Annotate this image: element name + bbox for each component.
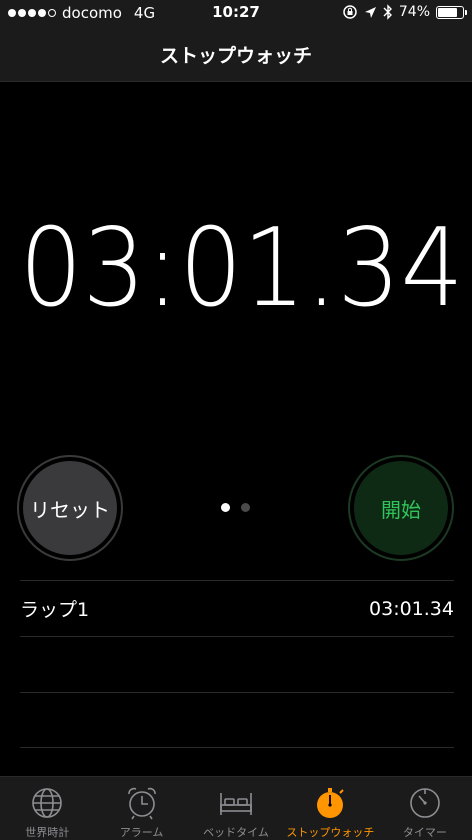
rotation-lock-icon	[343, 5, 357, 19]
tab-label: ベッドタイム	[203, 826, 269, 839]
navigation-bar: ストップウォッチ	[0, 26, 472, 82]
stopwatch-display: 03:01.34	[0, 206, 472, 331]
tab-alarm[interactable]: アラーム	[94, 777, 188, 840]
tab-label: タイマー	[402, 826, 447, 839]
globe-icon	[32, 788, 63, 818]
stopwatch-icon	[317, 788, 345, 818]
tab-label: ストップウォッチ	[286, 826, 375, 839]
tab-stopwatch[interactable]: ストップウォッチ	[283, 777, 377, 840]
start-button-label: 開始	[381, 497, 421, 522]
tab-bar: 世界時計 アラーム ベッドタイム ストップウォッチ タイマー	[0, 776, 472, 840]
reset-button-ring: リセット	[17, 455, 123, 561]
tab-timer[interactable]: タイマー	[378, 777, 472, 840]
page-dot-2[interactable]	[241, 503, 250, 512]
start-button[interactable]: 開始	[354, 461, 448, 555]
location-arrow-icon	[364, 6, 376, 18]
page-dot-1[interactable]	[221, 503, 230, 512]
tab-label: 世界時計	[25, 826, 70, 839]
reset-button-label: リセット	[30, 497, 110, 522]
lap-row-empty	[20, 636, 454, 692]
lap-list: ラップ1 03:01.34	[20, 580, 454, 748]
start-button-ring: 開始	[348, 455, 454, 561]
status-bar: docomo 4G 10:27 74%	[0, 0, 472, 26]
status-right: 74%	[342, 4, 467, 20]
bluetooth-icon	[383, 4, 392, 20]
lap-name: ラップ1	[20, 599, 90, 621]
lap-time: 03:01.34	[369, 597, 454, 620]
page-indicator[interactable]	[221, 503, 250, 512]
tab-world-clock[interactable]: 世界時計	[0, 777, 94, 840]
timer-icon	[410, 788, 440, 818]
tab-label: アラーム	[119, 826, 164, 839]
battery-icon	[436, 5, 467, 19]
elapsed-time: 03:01.34	[19, 206, 464, 331]
battery-percent: 74%	[398, 4, 430, 20]
lap-row-empty	[20, 692, 454, 748]
alarm-clock-icon	[127, 787, 156, 820]
reset-button[interactable]: リセット	[23, 461, 117, 555]
tab-bedtime[interactable]: ベッドタイム	[189, 777, 283, 840]
page-title: ストップウォッチ	[159, 45, 312, 67]
bed-icon	[220, 793, 252, 815]
lap-row: ラップ1 03:01.34	[20, 580, 454, 636]
